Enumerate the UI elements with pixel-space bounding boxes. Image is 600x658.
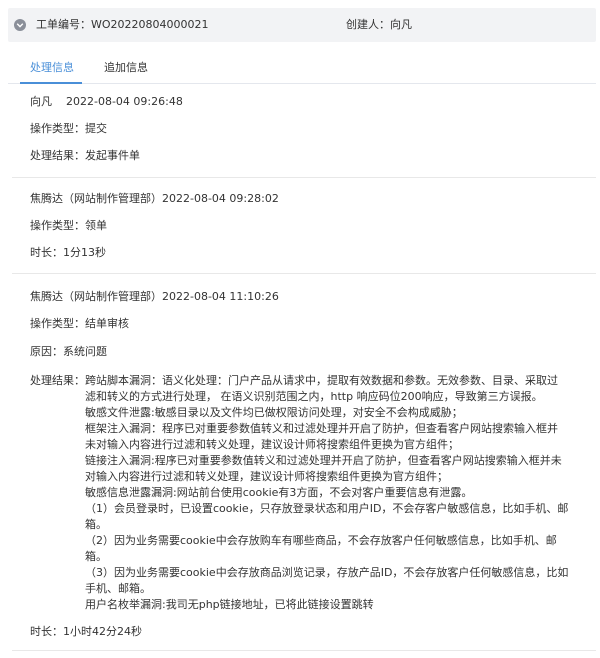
record-time: 2022-08-04 09:28:02 [162,192,279,205]
record-1-header: 向凡 2022-08-04 09:26:48 [30,94,183,110]
record-time: 2022-08-04 11:10:26 [162,290,279,303]
result-line: 框架注入漏洞：程序已对重要参数值转义和过滤处理并开启了防护，但查看客户网站搜索输… [85,422,558,435]
op-value: 领单 [85,219,107,232]
op-value: 结单审核 [85,317,129,330]
divider [12,273,596,274]
result-line: 滤和转义的方式进行处理， 在语义识别范围之内，http 响应码位200响应，导致… [85,390,543,403]
result-line: 敏感信息泄露漏洞:网站前台使用cookie有3方面，不会对客户重要信息有泄露。 [85,486,473,499]
record-3-reason: 原因：系统问题 [30,344,107,360]
ticket-number-value: WO20220804000021 [91,18,209,31]
reason-label: 原因： [30,345,63,358]
divider [12,177,596,178]
result-line: 敏感文件泄露:敏感目录以及文件均已做权限访问处理，对安全不会构成威胁； [85,406,463,419]
result-line: 用户名枚举漏洞:我司无php链接地址，已将此链接设置跳转 [85,598,374,611]
tab-additional-info[interactable]: 追加信息 [104,60,148,76]
record-3-duration: 时长：1小时42分24秒 [30,624,142,640]
result-detail: 跨站脚本漏洞：语义化处理：门户产品从请求中，提取有效数据和参数。无效参数、目录、… [85,373,569,613]
creator-value: 向凡 [390,18,412,31]
result-line: 箱。 [85,550,107,563]
divider [12,650,596,651]
record-1-op: 操作类型：提交 [30,121,107,137]
ticket-number-label: 工单编号： [36,18,91,31]
tab-bar: 处理信息 追加信息 [8,52,596,84]
result-line: 未对输入内容进行过滤和转义处理，建议设计师将搜索组件更换为官方组件； [85,438,459,451]
result-label: 处理结果： [30,149,85,162]
duration-label: 时长： [30,246,63,259]
ticket-header: 工单编号：WO20220804000021 创建人：向凡 [8,8,596,42]
duration-value: 1小时42分24秒 [63,625,142,638]
record-1-result: 处理结果：发起事件单 [30,148,140,164]
active-tab-indicator [20,82,82,84]
record-2-header: 焦腾达（网站制作管理部）2022-08-04 09:28:02 [30,191,279,207]
tab-processing-info[interactable]: 处理信息 [30,60,74,76]
duration-value: 1分13秒 [63,246,106,259]
record-time: 2022-08-04 09:26:48 [66,95,183,108]
result-line: （2）因为业务需要cookie中会存放购车有哪些商品，不会存放客户任何敏感信息，… [85,534,557,547]
record-person: 向凡 [30,95,52,108]
record-person: 焦腾达（网站制作管理部） [30,290,162,303]
record-person: 焦腾达（网站制作管理部） [30,192,162,205]
op-label: 操作类型： [30,317,85,330]
result-line: （1）会员登录时，已设置cookie，只存放登录状态和用户ID，不会存客户敏感信… [85,502,569,515]
op-label: 操作类型： [30,219,85,232]
chevron-down-icon[interactable] [14,19,26,31]
creator-label: 创建人： [346,18,390,31]
result-line: 链接注入漏洞:程序已对重要参数值转义和过滤处理并开启了防护，但查看客户网站搜索输… [85,454,562,467]
result-value: 发起事件单 [85,149,140,162]
ticket-number: 工单编号：WO20220804000021 [36,17,209,33]
reason-value: 系统问题 [63,345,107,358]
result-line: 对输入内容进行过滤和转义处理，建议设计师将搜索组件更换为官方组件； [85,470,448,483]
result-line: 跨站脚本漏洞：语义化处理：门户产品从请求中，提取有效数据和参数。无效参数、目录、… [85,374,558,387]
op-value: 提交 [85,122,107,135]
creator: 创建人：向凡 [346,17,412,33]
record-3-header: 焦腾达（网站制作管理部）2022-08-04 11:10:26 [30,289,279,305]
record-3-op: 操作类型：结单审核 [30,316,129,332]
result-line: 箱。 [85,518,107,531]
result-label: 处理结果： [30,374,85,387]
result-line: 手机、邮箱。 [85,582,151,595]
op-label: 操作类型： [30,122,85,135]
record-2-duration: 时长：1分13秒 [30,245,106,261]
record-2-op: 操作类型：领单 [30,218,107,234]
result-line: （3）因为业务需要cookie中会存放商品浏览记录，存放产品ID，不会存放客户任… [85,566,569,579]
duration-label: 时长： [30,625,63,638]
